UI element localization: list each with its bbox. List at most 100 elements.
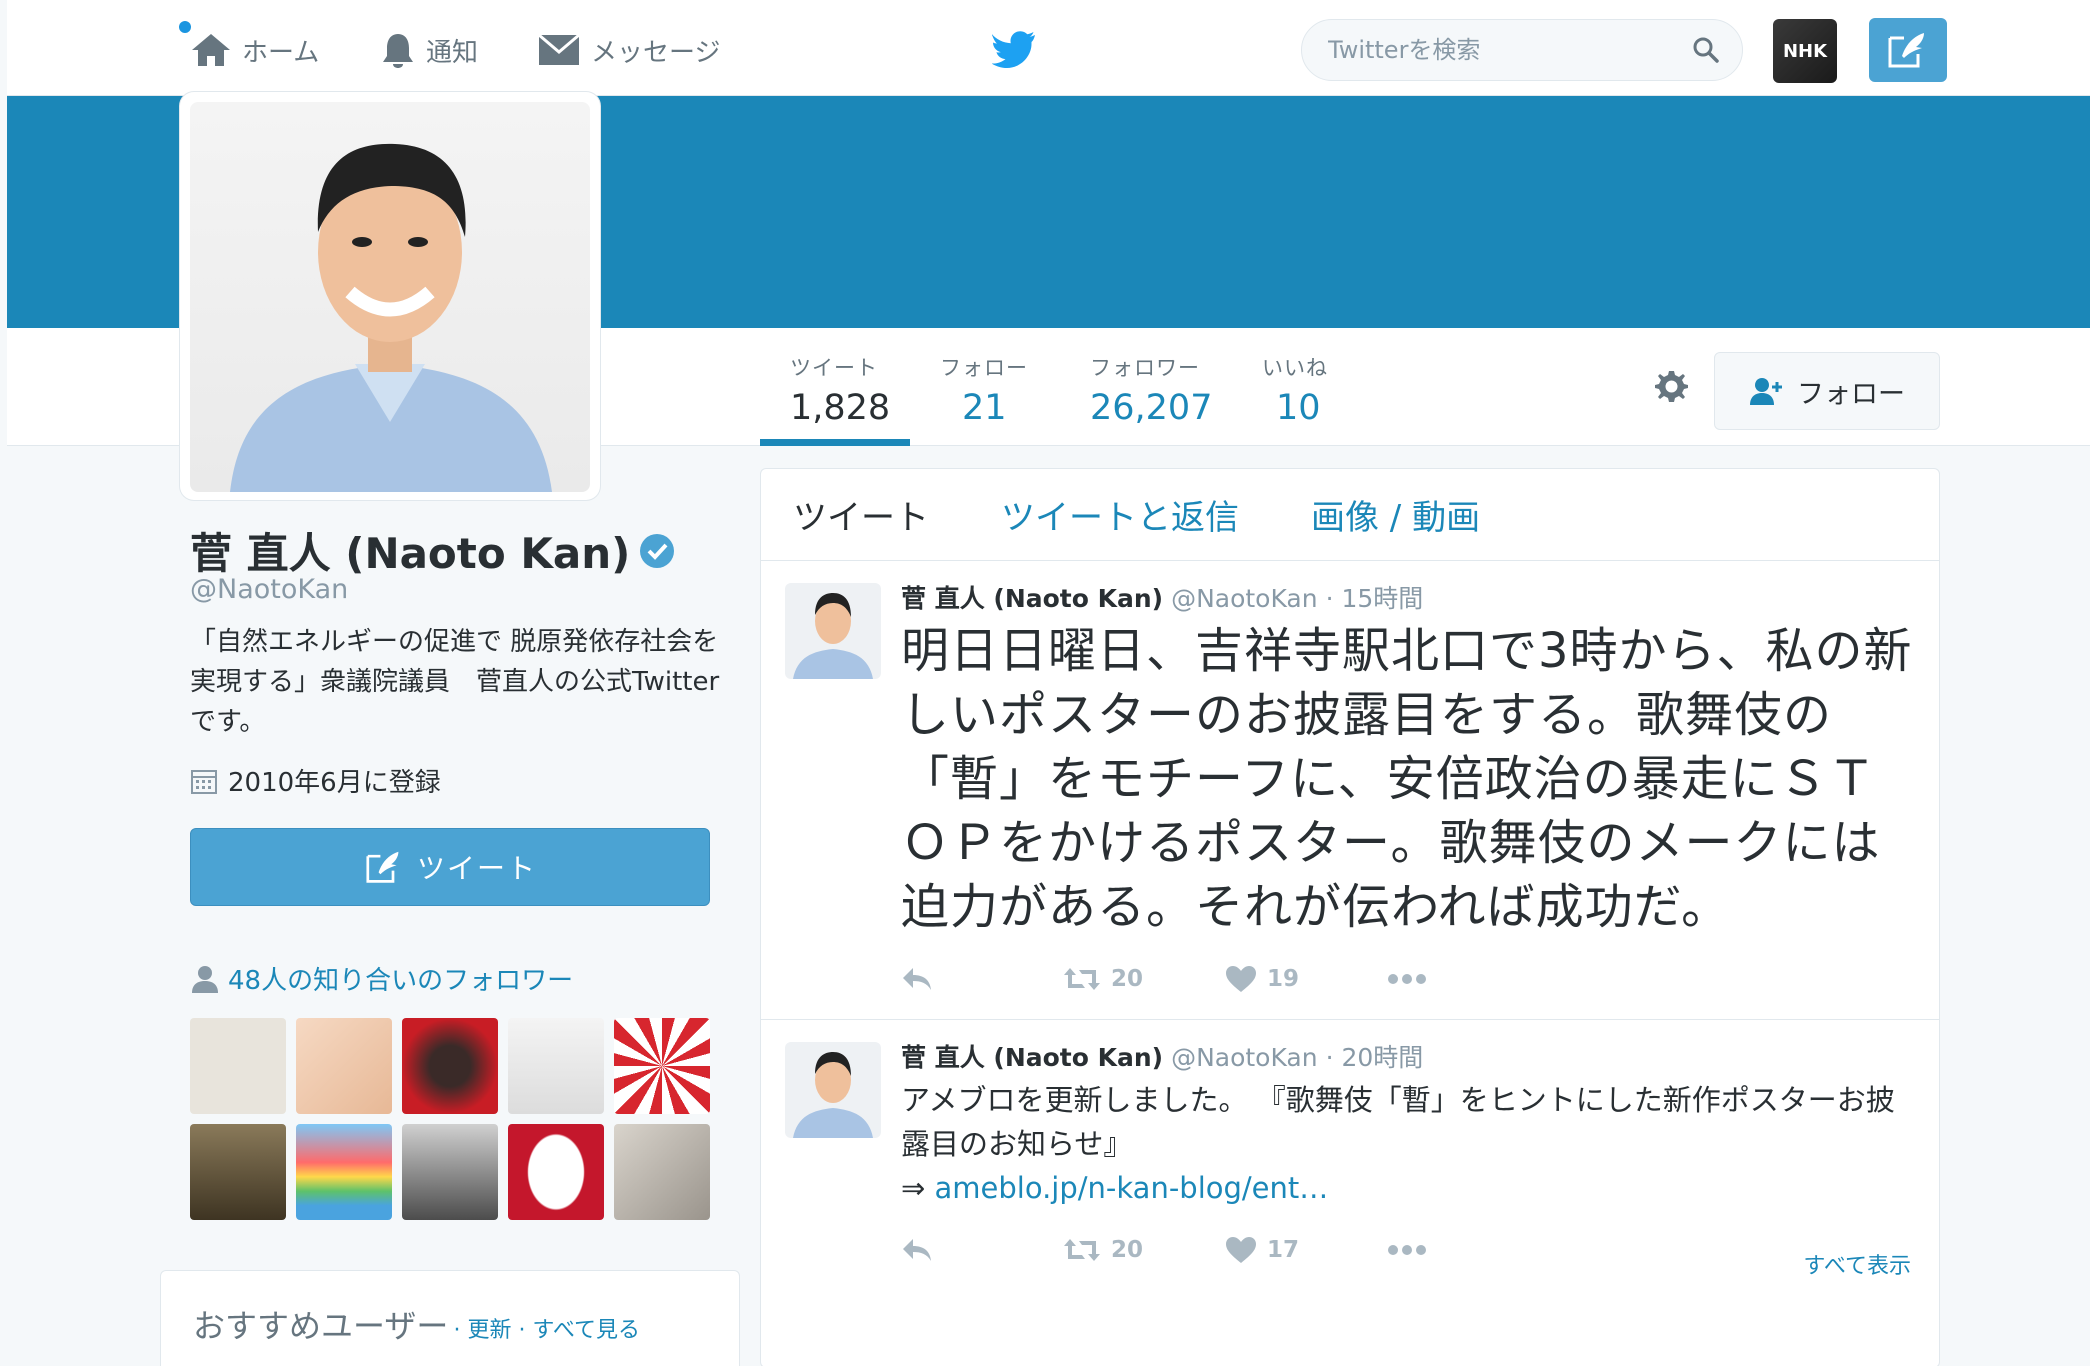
stat-value: 21 — [962, 388, 1007, 428]
nav-messages-label: メッセージ — [591, 37, 721, 68]
tweet-link[interactable]: ameblo.jp/n-kan-blog/ent… — [935, 1171, 1329, 1205]
tweet-avatar[interactable] — [785, 1042, 881, 1138]
follower-avatar[interactable] — [402, 1124, 498, 1220]
tweet-avatar[interactable] — [785, 583, 881, 679]
tweet-text: 明日日曜日、吉祥寺駅北口で3時から、私の新しいポスターのお披露目をする。歌舞伎の… — [901, 623, 1913, 935]
bell-icon — [383, 34, 413, 68]
follower-avatar[interactable] — [508, 1018, 604, 1114]
gear-icon[interactable] — [1651, 366, 1691, 410]
more-button[interactable] — [1387, 1244, 1549, 1256]
link-prefix: ⇒ — [901, 1171, 935, 1205]
stat-likes[interactable]: いいね 10 — [1262, 352, 1328, 428]
follow-button[interactable]: フォロー — [1714, 352, 1940, 430]
reply-button[interactable] — [901, 966, 1063, 992]
heart-icon — [1226, 966, 1256, 992]
profile-bio: 「自然エネルギーの促進で 脱原発依存社会を実現する」衆議院議員 菅直人の公式Tw… — [190, 627, 720, 737]
like-button[interactable]: 17 — [1225, 1236, 1387, 1264]
stat-label: フォロワー — [1090, 356, 1200, 380]
verified-badge-icon — [640, 533, 675, 568]
calendar-icon — [191, 769, 217, 794]
tweet-button-label: ツイート — [416, 852, 537, 885]
quill-icon — [366, 851, 399, 883]
like-button[interactable]: 19 — [1225, 965, 1387, 993]
reply-icon — [903, 1239, 931, 1261]
tweet-author[interactable]: 菅 直人 (Naoto Kan) — [901, 1043, 1163, 1072]
retweet-button[interactable]: 20 — [1063, 966, 1225, 992]
tweet-handle[interactable]: @NaotoKan — [1171, 1043, 1318, 1072]
tweet-to-button[interactable]: ツイート — [190, 828, 710, 906]
known-followers-link[interactable]: 48人の知り合いのフォロワー — [190, 960, 573, 997]
compose-tweet-button[interactable] — [1869, 18, 1947, 82]
retweet-count: 20 — [1111, 966, 1144, 992]
reply-button[interactable] — [901, 1237, 1063, 1263]
user-icon — [192, 965, 218, 993]
follower-avatar[interactable] — [614, 1124, 710, 1220]
tab-tweets[interactable]: ツイート — [793, 490, 929, 539]
tweet-time[interactable]: · 20時間 — [1326, 1043, 1424, 1072]
envelope-icon — [538, 33, 580, 65]
profile-avatar[interactable] — [180, 92, 600, 500]
tweet[interactable]: 菅 直人 (Naoto Kan) @NaotoKan · 20時間 アメブロを更… — [761, 1020, 1939, 1314]
stat-tweets[interactable]: ツイート 1,828 — [790, 352, 890, 428]
follow-button-label: フォロー — [1797, 378, 1905, 410]
profile-name-text: 菅 直人 (Naoto Kan) — [190, 529, 631, 578]
nav-notifications[interactable]: 通知 — [380, 28, 478, 72]
follower-avatar[interactable] — [508, 1124, 604, 1220]
profile-name[interactable]: 菅 直人 (Naoto Kan) — [190, 520, 676, 581]
stat-label: フォロー — [940, 356, 1028, 380]
nav-notifications-label: 通知 — [426, 37, 479, 68]
recommended-users: おすすめユーザー · 更新 · すべて見る — [160, 1270, 740, 1366]
tweet[interactable]: 菅 直人 (Naoto Kan) @NaotoKan · 15時間 明日日曜日、… — [761, 561, 1939, 1020]
follower-avatar[interactable] — [190, 1124, 286, 1220]
tab-media[interactable]: 画像 / 動画 — [1311, 490, 1480, 539]
retweet-button[interactable]: 20 — [1063, 1237, 1225, 1263]
nav-home[interactable]: ホーム — [190, 28, 319, 72]
stat-following[interactable]: フォロー 21 — [940, 352, 1028, 428]
profile-handle[interactable]: @NaotoKan — [190, 574, 348, 605]
follower-avatar[interactable] — [614, 1018, 710, 1114]
tweet-text-body: アメブロを更新しました。 『歌舞伎「暫」をヒントにした新作ポスターお披露目のお知… — [901, 1083, 1895, 1161]
tab-tweets-replies[interactable]: ツイートと返信 — [1001, 490, 1239, 539]
like-count: 19 — [1267, 966, 1300, 992]
profile-join-date: 2010年6月に登録 — [190, 762, 441, 799]
more-button[interactable] — [1387, 973, 1549, 985]
nav-home-label: ホーム — [242, 37, 320, 68]
home-icon — [192, 34, 230, 66]
reply-icon — [903, 968, 931, 990]
retweet-icon — [1064, 968, 1100, 990]
quill-icon — [1888, 33, 1924, 68]
nav-messages[interactable]: メッセージ — [537, 28, 720, 72]
recommended-title: おすすめユーザー — [193, 1307, 449, 1345]
like-count: 17 — [1267, 1237, 1300, 1263]
follower-avatar[interactable] — [402, 1018, 498, 1114]
search-box[interactable] — [1301, 19, 1743, 81]
tweet-author[interactable]: 菅 直人 (Naoto Kan) — [901, 584, 1163, 613]
tweet-actions: 20 19 — [901, 939, 1919, 1019]
join-date-text: 2010年6月に登録 — [228, 768, 441, 798]
timeline: ツイート ツイートと返信 画像 / 動画 菅 直人 (Naoto Kan) @N… — [760, 468, 1940, 1366]
stat-value: 26,207 — [1090, 388, 1213, 428]
heart-icon — [1226, 1237, 1256, 1263]
stat-followers[interactable]: フォロワー 26,207 — [1090, 352, 1212, 428]
user-avatar[interactable]: NHK — [1773, 19, 1837, 83]
show-all-link[interactable]: すべて表示 — [1803, 1248, 1911, 1280]
twitter-bird-icon[interactable] — [991, 30, 1036, 72]
search-input[interactable] — [1328, 36, 1668, 64]
tweet-time[interactable]: · 15時間 — [1326, 584, 1424, 613]
more-icon — [1388, 1245, 1426, 1255]
follower-avatar[interactable] — [296, 1124, 392, 1220]
follower-avatar[interactable] — [190, 1018, 286, 1114]
stat-value: 10 — [1276, 388, 1321, 428]
recommended-links[interactable]: · 更新 · すべて見る — [453, 1318, 640, 1343]
search-icon[interactable] — [1692, 36, 1720, 64]
follower-avatar[interactable] — [296, 1018, 392, 1114]
tweet-text: アメブロを更新しました。 『歌舞伎「暫」をヒントにした新作ポスターお披露目のお知… — [901, 1078, 1919, 1210]
tweet-header: 菅 直人 (Naoto Kan) @NaotoKan · 15時間 — [901, 579, 1919, 615]
known-followers-label: 48人の知り合いのフォロワー — [228, 966, 574, 996]
user-avatar-text: NHK — [1782, 40, 1828, 62]
more-icon — [1388, 974, 1426, 984]
top-navigation: ホーム 通知 メッセージ NHK — [7, 0, 2090, 96]
stat-value: 1,828 — [790, 388, 891, 428]
stat-label: いいね — [1262, 356, 1328, 380]
tweet-handle[interactable]: @NaotoKan — [1171, 584, 1318, 613]
